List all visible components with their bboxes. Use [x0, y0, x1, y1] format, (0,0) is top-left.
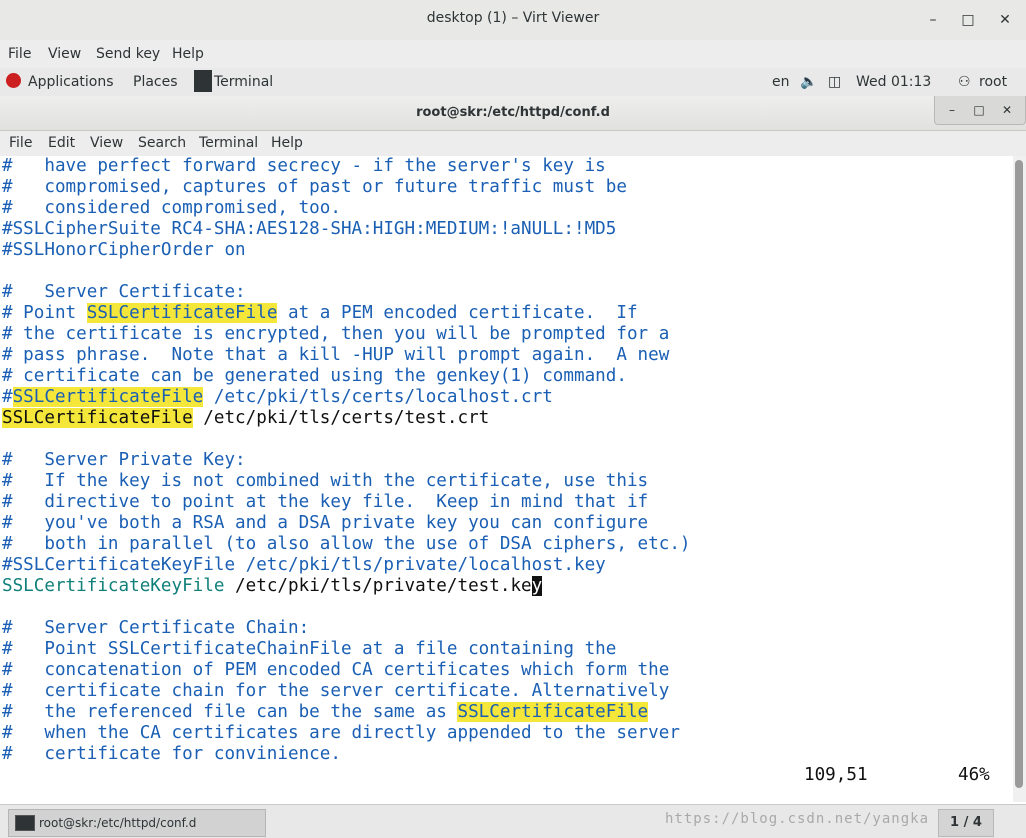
terminal-content[interactable]: # have perfect forward secrecy - if the …	[0, 156, 1012, 802]
terminal-line: # compromised, captures of past or futur…	[2, 177, 627, 197]
viewer-menu-view[interactable]: View	[48, 46, 81, 62]
line-segment: /etc/pki/tls/certs/localhost.crt	[203, 387, 553, 407]
workspace-switcher[interactable]: 1 / 4	[938, 809, 994, 837]
terminal-app-label[interactable]: Terminal	[214, 74, 273, 90]
redhat-logo-icon	[6, 73, 21, 88]
terminal-icon	[15, 815, 35, 831]
terminal-close-icon[interactable]: ✕	[994, 100, 1020, 120]
terminal-line: # Server Certificate:	[2, 282, 246, 302]
close-icon[interactable]: ✕	[992, 8, 1018, 32]
viewer-menubar: File View Send key Help	[0, 40, 1026, 68]
network-icon[interactable]: ◫	[828, 74, 841, 90]
user-menu[interactable]: root	[979, 74, 1007, 90]
taskbar-item-label: root@skr:/etc/httpd/conf.d	[39, 816, 197, 830]
line-segment: /etc/pki/tls/private/test.ke	[224, 576, 532, 596]
terminal-menubar: File Edit View Search Terminal Help	[0, 131, 1026, 156]
terminal-line: # Point SSLCertificateFile at a PEM enco…	[2, 303, 638, 324]
bottom-taskbar: root@skr:/etc/httpd/conf.d https://blog.…	[0, 804, 1026, 838]
terminal-line: # the certificate is encrypted, then you…	[2, 324, 670, 344]
line-segment: #	[2, 387, 13, 407]
terminal-line: # Server Certificate Chain:	[2, 618, 310, 638]
watermark: https://blog.csdn.net/yangka	[665, 811, 930, 827]
places-menu[interactable]: Places	[133, 74, 178, 90]
terminal-menu-edit[interactable]: Edit	[48, 135, 75, 151]
language-indicator[interactable]: en	[772, 74, 790, 90]
line-segment: at a PEM encoded certificate. If	[277, 303, 638, 323]
terminal-line: # Point SSLCertificateChainFile at a fil…	[2, 639, 617, 659]
user-icon: ⚇	[958, 74, 971, 90]
terminal-menu-terminal[interactable]: Terminal	[199, 135, 258, 151]
terminal-title: root@skr:/etc/httpd/conf.d	[416, 105, 610, 120]
terminal-line: # the referenced file can be the same as…	[2, 702, 649, 723]
terminal-menu-help[interactable]: Help	[271, 135, 303, 151]
terminal-line: # you've both a RSA and a DSA private ke…	[2, 513, 649, 533]
terminal-window-controls: – □ ✕	[934, 96, 1026, 125]
viewer-menu-send-key[interactable]: Send key	[96, 46, 160, 62]
terminal-titlebar: root@skr:/etc/httpd/conf.d – □ ✕	[0, 96, 1026, 131]
line-segment: # the referenced file can be the same as	[2, 702, 458, 722]
directive-keyword: SSLCertificateKeyFile	[2, 576, 225, 596]
applications-menu[interactable]: Applications	[28, 74, 114, 90]
terminal-line: # directive to point at the key file. Ke…	[2, 492, 649, 512]
text-cursor: y	[531, 576, 543, 596]
terminal-line: # Server Private Key:	[2, 450, 246, 470]
vim-cursor-position: 109,51	[804, 765, 868, 785]
terminal-line: #SSLCertificateKeyFile /etc/pki/tls/priv…	[2, 555, 606, 575]
terminal-line: # pass phrase. Note that a kill -HUP wil…	[2, 345, 670, 365]
search-highlight: SSLCertificateFile	[86, 303, 278, 323]
terminal-line: # concatenation of PEM encoded CA certif…	[2, 660, 670, 680]
viewer-title: desktop (1) – Virt Viewer	[426, 10, 600, 26]
minimize-icon[interactable]: –	[920, 8, 946, 32]
viewer-menu-help[interactable]: Help	[172, 46, 204, 62]
terminal-menu-view[interactable]: View	[90, 135, 123, 151]
clock[interactable]: Wed 01:13	[856, 74, 931, 90]
terminal-line: SSLCertificateKeyFile /etc/pki/tls/priva…	[2, 576, 543, 597]
vim-scroll-percent: 46%	[958, 765, 990, 785]
terminal-line: # have perfect forward secrecy - if the …	[2, 156, 606, 176]
maximize-icon[interactable]: □	[955, 8, 981, 32]
terminal-menu-file[interactable]: File	[9, 135, 32, 151]
terminal-minimize-icon[interactable]: –	[939, 100, 965, 120]
terminal-line: # certificate chain for the server certi…	[2, 681, 670, 701]
terminal-line: # certificate for convinience.	[2, 744, 341, 764]
terminal-maximize-icon[interactable]: □	[966, 100, 992, 120]
terminal-line: # certificate can be generated using the…	[2, 366, 627, 386]
scrollbar-thumb[interactable]	[1015, 160, 1023, 788]
terminal-menu-search[interactable]: Search	[138, 135, 186, 151]
terminal-line: #SSLCertificateFile /etc/pki/tls/certs/l…	[2, 387, 553, 408]
terminal-line: # when the CA certificates are directly …	[2, 723, 680, 743]
line-segment: /etc/pki/tls/certs/test.crt	[192, 408, 490, 428]
terminal-line: # considered compromised, too.	[2, 198, 341, 218]
terminal-line: #SSLCipherSuite RC4-SHA:AES128-SHA:HIGH:…	[2, 219, 617, 239]
taskbar-terminal-item[interactable]: root@skr:/etc/httpd/conf.d	[8, 809, 266, 837]
viewer-titlebar: desktop (1) – Virt Viewer – □ ✕	[0, 0, 1026, 41]
terminal-line: SSLCertificateFile /etc/pki/tls/certs/te…	[2, 408, 489, 429]
volume-icon[interactable]: 🔈	[800, 74, 817, 90]
terminal-app-icon	[194, 70, 212, 92]
terminal-line: # If the key is not combined with the ce…	[2, 471, 649, 491]
terminal-line: #SSLHonorCipherOrder on	[2, 240, 246, 260]
gnome-top-bar: Applications Places Terminal en 🔈 ◫ Wed …	[0, 68, 1026, 97]
search-highlight: SSLCertificateFile	[2, 408, 193, 428]
terminal-line: # both in parallel (to also allow the us…	[2, 534, 691, 554]
search-highlight: SSLCertificateFile	[457, 702, 649, 722]
search-highlight: SSLCertificateFile	[12, 387, 204, 407]
viewer-menu-file[interactable]: File	[8, 46, 31, 62]
line-segment: # Point	[2, 303, 87, 323]
